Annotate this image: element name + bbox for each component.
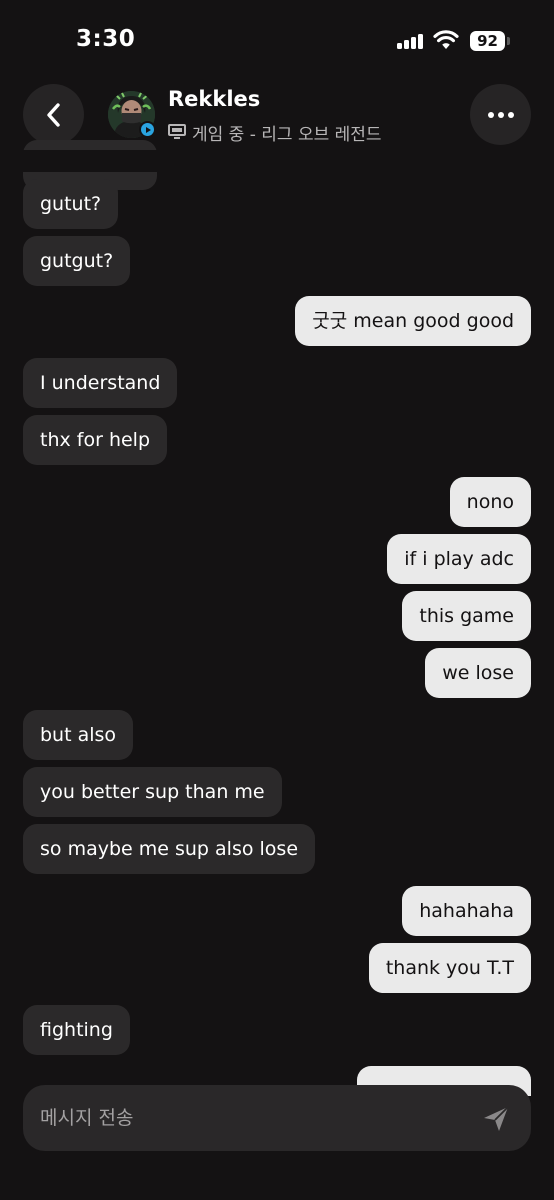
message-bubble-outgoing: if i play adc	[387, 534, 531, 584]
message-bubble-outgoing: thank you T.T	[368, 943, 531, 993]
message-bubble-incoming: gutut?	[23, 179, 119, 229]
back-button[interactable]	[23, 84, 84, 145]
contact-name[interactable]: Rekkles	[168, 87, 260, 111]
message-bubble-outgoing: hahahaha	[402, 886, 531, 936]
status-bar: 3:30 92	[0, 0, 554, 80]
message-bubble-incoming: but also	[23, 710, 134, 760]
message-bubble-incoming: gutgut?	[23, 236, 131, 286]
ellipsis-icon	[487, 111, 514, 118]
message-bubble-outgoing: we lose	[425, 648, 531, 698]
send-icon	[484, 1106, 509, 1131]
message-bubble-incoming: I understand	[23, 358, 178, 408]
message-list-top-edge	[0, 150, 554, 172]
message-bubble-incoming: fighting	[23, 1005, 130, 1055]
monitor-icon	[168, 124, 186, 139]
message-bubble-incoming: you better sup than me	[23, 767, 282, 817]
status-time: 3:30	[76, 26, 136, 52]
battery-icon: 92	[470, 31, 505, 51]
message-composer	[23, 1085, 531, 1151]
cellular-signal-icon	[397, 33, 423, 49]
send-button[interactable]	[478, 1101, 514, 1137]
message-bubble-outgoing: 굿굿 mean good good	[295, 296, 531, 346]
wifi-icon	[433, 30, 459, 49]
message-bubble-outgoing: this game	[402, 591, 531, 641]
message-bubble-incoming: thx for help	[23, 415, 168, 465]
chevron-left-icon	[46, 102, 60, 127]
more-options-button[interactable]	[470, 84, 531, 145]
message-input[interactable]	[40, 1085, 460, 1151]
playing-status-badge	[139, 121, 156, 138]
message-bubble-incoming: so maybe me sup also lose	[23, 824, 316, 874]
battery-cap	[507, 37, 510, 45]
presence-status: 게임 중 - 리그 오브 레전드	[192, 125, 382, 145]
message-bubble-outgoing: nono	[449, 477, 531, 527]
